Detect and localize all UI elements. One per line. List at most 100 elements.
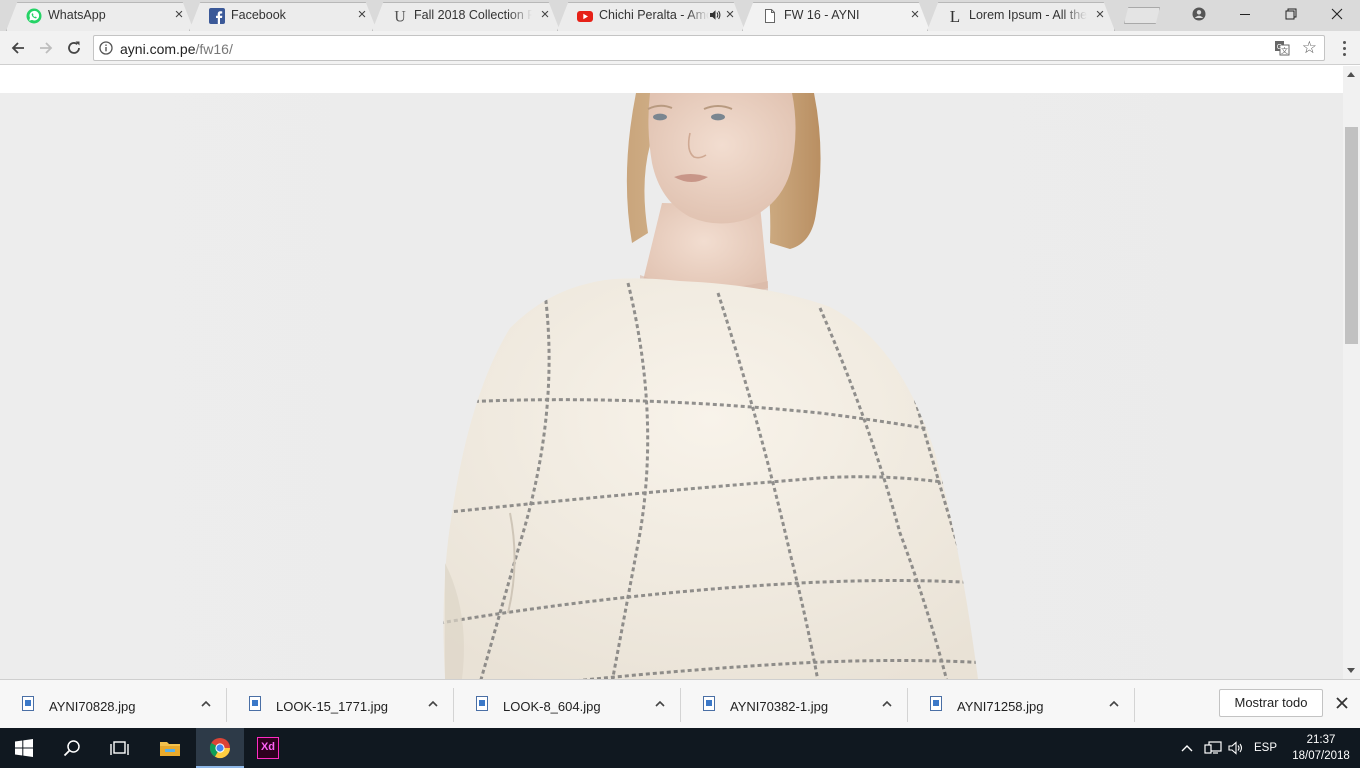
chevron-up-icon[interactable]	[654, 698, 666, 710]
scrollbar-thumb[interactable]	[1345, 127, 1358, 344]
close-window-button[interactable]	[1314, 0, 1360, 28]
download-item[interactable]: AYNI71258.jpg	[908, 680, 1135, 729]
chrome-icon	[209, 738, 231, 759]
youtube-icon	[577, 11, 593, 22]
model-photo	[0, 93, 1343, 679]
chrome-taskbar-button[interactable]	[196, 728, 244, 768]
arrow-left-icon	[11, 42, 24, 54]
tab-fw16-ayni[interactable]: FW 16 - AYNI ×	[742, 2, 930, 31]
page-scrollbar[interactable]	[1343, 66, 1360, 679]
page-icon	[765, 9, 775, 23]
audio-playing-icon[interactable]	[709, 9, 721, 21]
image-file-icon	[476, 696, 488, 711]
svg-text:U: U	[394, 9, 406, 25]
tab-title: WhatsApp	[48, 8, 106, 22]
download-filename: LOOK-15_1771.jpg	[276, 699, 389, 714]
clock-date: 18/07/2018	[1292, 750, 1350, 762]
restore-icon	[1285, 8, 1297, 20]
minimize-icon	[1240, 14, 1250, 15]
tab-close-icon[interactable]: ×	[908, 7, 922, 22]
reload-button[interactable]	[62, 36, 86, 60]
u-letter-icon: U	[394, 9, 406, 25]
download-item[interactable]: AYNI70382-1.jpg	[681, 680, 908, 729]
tab-facebook[interactable]: Facebook ×	[189, 2, 377, 31]
volume-icon[interactable]	[1228, 741, 1244, 755]
profile-button[interactable]	[1176, 0, 1222, 28]
tab-close-icon[interactable]: ×	[723, 7, 737, 22]
address-bar[interactable]: ayni.com.pe/fw16/ G 文 ☆	[93, 35, 1325, 61]
whatsapp-icon	[26, 8, 42, 24]
file-explorer-button[interactable]	[146, 728, 194, 768]
chrome-menu-button[interactable]	[1338, 37, 1350, 59]
back-button[interactable]	[6, 36, 30, 60]
translate-icon[interactable]: G 文	[1274, 40, 1290, 56]
scroll-up-icon[interactable]	[1347, 72, 1355, 77]
page-viewport	[0, 66, 1343, 679]
tab-fall-2018[interactable]: U Fall 2018 Collection Free ×	[372, 2, 560, 31]
tab-close-icon[interactable]: ×	[1093, 7, 1107, 22]
tab-lorem-ipsum[interactable]: L Lorem Ipsum - All the facts ×	[927, 2, 1115, 31]
account-icon	[1192, 7, 1206, 21]
windows-taskbar: Xd ESP 21:37 18/07/2018	[0, 728, 1360, 768]
input-language[interactable]: ESP	[1254, 742, 1277, 754]
tab-close-icon[interactable]: ×	[355, 7, 369, 22]
l-letter-icon: L	[950, 8, 960, 24]
download-filename: AYNI70828.jpg	[49, 699, 136, 714]
task-view-button[interactable]	[96, 728, 144, 768]
show-all-downloads-button[interactable]: Mostrar todo	[1219, 689, 1323, 717]
chevron-up-icon[interactable]	[427, 698, 439, 710]
clock-time: 21:37	[1306, 734, 1336, 746]
minimize-button[interactable]	[1222, 0, 1268, 28]
close-icon	[1331, 8, 1343, 20]
restore-button[interactable]	[1268, 0, 1314, 28]
chevron-up-icon[interactable]	[200, 698, 212, 710]
task-view-icon	[110, 741, 129, 755]
tab-title: FW 16 - AYNI	[784, 8, 860, 22]
bookmark-star-icon[interactable]: ☆	[1302, 38, 1317, 58]
image-file-icon	[22, 696, 34, 711]
url-host: ayni.com.pe	[120, 41, 196, 57]
network-icon[interactable]	[1204, 741, 1222, 755]
system-tray: ESP	[1180, 728, 1277, 768]
arrow-right-icon	[40, 42, 53, 54]
search-button[interactable]	[48, 728, 96, 768]
image-file-icon	[249, 696, 261, 711]
file-explorer-icon	[160, 742, 180, 756]
download-item[interactable]: LOOK-8_604.jpg	[454, 680, 681, 729]
browser-toolbar: ayni.com.pe/fw16/ G 文 ☆	[0, 31, 1360, 65]
start-button[interactable]	[0, 728, 48, 768]
tab-strip: WhatsApp × Facebook × U Fall 2018 Collec…	[0, 0, 1360, 31]
image-file-icon	[930, 696, 942, 711]
adobe-xd-button[interactable]: Xd	[244, 728, 292, 768]
chevron-up-icon[interactable]	[881, 698, 893, 710]
tab-close-icon[interactable]: ×	[172, 7, 186, 22]
tab-youtube[interactable]: Chichi Peralta - Amor ×	[557, 2, 745, 31]
tab-title: Fall 2018 Collection Free	[414, 8, 532, 22]
download-filename: AYNI70382-1.jpg	[730, 699, 829, 714]
svg-text:文: 文	[1281, 46, 1288, 55]
search-icon	[63, 740, 80, 757]
download-item[interactable]: AYNI70828.jpg	[0, 680, 227, 729]
url-text: ayni.com.pe/fw16/	[120, 41, 233, 57]
close-icon[interactable]	[1334, 695, 1350, 711]
system-clock[interactable]: 21:37 18/07/2018	[1286, 732, 1356, 764]
windows-start-icon	[15, 739, 33, 757]
reload-icon	[68, 41, 80, 54]
url-path: /fw16/	[195, 41, 233, 57]
download-filename: AYNI71258.jpg	[957, 699, 1044, 714]
scroll-down-icon[interactable]	[1347, 668, 1355, 673]
tab-title: Lorem Ipsum - All the facts	[969, 8, 1087, 22]
new-tab-button[interactable]	[1124, 7, 1160, 24]
chevron-up-icon[interactable]	[1180, 741, 1194, 755]
adobe-xd-icon: Xd	[257, 737, 279, 759]
tab-whatsapp[interactable]: WhatsApp ×	[6, 2, 194, 31]
download-item[interactable]: LOOK-15_1771.jpg	[227, 680, 454, 729]
svg-text:L: L	[950, 8, 960, 24]
image-file-icon	[703, 696, 715, 711]
info-icon[interactable]	[99, 41, 113, 55]
hero-image	[0, 93, 1343, 679]
forward-button[interactable]	[34, 36, 58, 60]
facebook-icon	[209, 8, 225, 24]
chevron-up-icon[interactable]	[1108, 698, 1120, 710]
tab-close-icon[interactable]: ×	[538, 7, 552, 22]
